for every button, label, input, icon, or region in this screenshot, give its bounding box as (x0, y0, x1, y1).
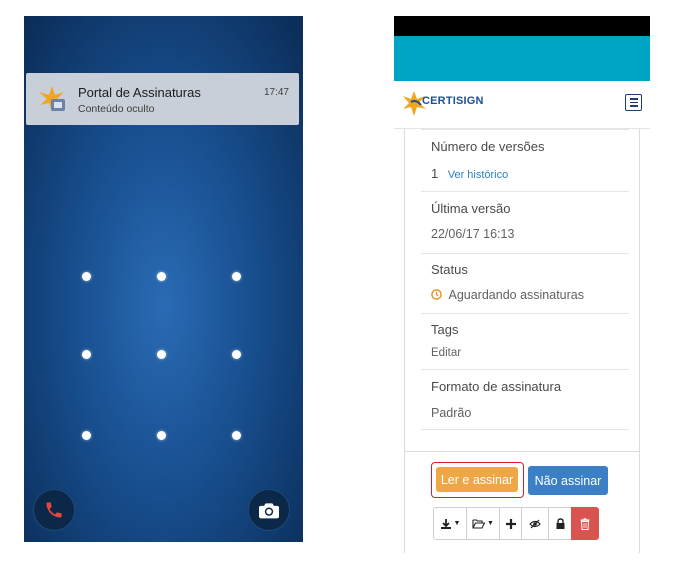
lock-screen: Portal de Assinaturas Conteúdo oculto 17… (24, 16, 303, 542)
folder-open-icon (472, 519, 486, 529)
last-version-label: Última versão (431, 201, 511, 216)
lock-button[interactable] (548, 507, 572, 540)
tags-label: Tags (431, 322, 459, 337)
chevron-down-icon: ▼ (453, 520, 461, 527)
pattern-dot[interactable] (232, 272, 241, 281)
folder-button[interactable]: ▼ (466, 507, 500, 540)
phone-icon (46, 502, 62, 518)
pattern-dot[interactable] (82, 272, 91, 281)
versions-count: 1 (431, 166, 439, 181)
read-and-sign-button[interactable]: Ler e assinar (436, 467, 518, 492)
last-version-row: Última versão 22/06/17 16:13 (421, 192, 629, 254)
chevron-down-icon: ▼ (487, 520, 494, 527)
status-row: Status Aguardando assinaturas (421, 254, 629, 314)
download-icon (440, 518, 451, 529)
notification-time: 17:47 (263, 87, 289, 98)
read-and-sign-button-highlight: Ler e assinar (431, 462, 524, 498)
status-bar (394, 16, 650, 36)
phone-shortcut-button[interactable] (33, 489, 75, 531)
edit-tags-link[interactable]: Editar (431, 347, 461, 359)
eye-slash-icon (529, 519, 541, 528)
format-row: Formato de assinatura Padrão (421, 370, 629, 430)
plus-icon (505, 518, 516, 529)
versions-label: Número de versões (431, 139, 545, 154)
brand-name: CERTISIGN (422, 95, 484, 107)
pattern-dot[interactable] (82, 350, 91, 359)
menu-icon-line (629, 98, 638, 100)
do-not-sign-button[interactable]: Não assinar (528, 466, 608, 495)
top-navbar: CERTISIGN (394, 81, 650, 129)
status-label: Status (431, 262, 468, 277)
delete-button[interactable] (571, 507, 599, 540)
version-history-link[interactable]: Ver histórico (448, 169, 509, 181)
status-value: Aguardando assinaturas (431, 288, 584, 302)
add-button[interactable] (499, 507, 522, 540)
menu-icon-line (629, 105, 638, 107)
pattern-dot[interactable] (82, 431, 91, 440)
menu-button[interactable] (625, 94, 642, 111)
document-toolbar: ▼ ▼ (433, 507, 599, 540)
trash-icon (580, 517, 590, 530)
tags-row: Tags Editar (421, 314, 629, 370)
lock-icon (556, 518, 564, 529)
hide-button[interactable] (521, 507, 549, 540)
status-text: Aguardando assinaturas (448, 288, 584, 302)
last-version-value: 22/06/17 16:13 (431, 227, 515, 241)
pattern-dot[interactable] (232, 350, 241, 359)
pattern-dot[interactable] (157, 272, 166, 281)
notification-card[interactable]: Portal de Assinaturas Conteúdo oculto 17… (26, 73, 299, 125)
certisign-app-icon (39, 86, 65, 112)
app-header-bar (394, 36, 650, 81)
actions-divider (405, 451, 639, 452)
camera-shortcut-button[interactable] (248, 489, 290, 531)
menu-icon-line (629, 101, 638, 104)
versions-value: 1 Ver histórico (431, 166, 508, 181)
pattern-dot[interactable] (232, 431, 241, 440)
versions-row: Número de versões 1 Ver histórico (421, 129, 629, 192)
pattern-dot[interactable] (157, 350, 166, 359)
format-value: Padrão (431, 406, 472, 420)
download-button[interactable]: ▼ (433, 507, 467, 540)
camera-icon (259, 503, 279, 519)
clock-icon (431, 289, 442, 300)
format-label: Formato de assinatura (431, 379, 562, 394)
pattern-dot[interactable] (157, 431, 166, 440)
notification-subtitle: Conteúdo oculto (78, 103, 155, 115)
certisign-app-screen: CERTISIGN Número de versões 1 Ver histór… (394, 16, 650, 553)
notification-title: Portal de Assinaturas (78, 85, 201, 100)
